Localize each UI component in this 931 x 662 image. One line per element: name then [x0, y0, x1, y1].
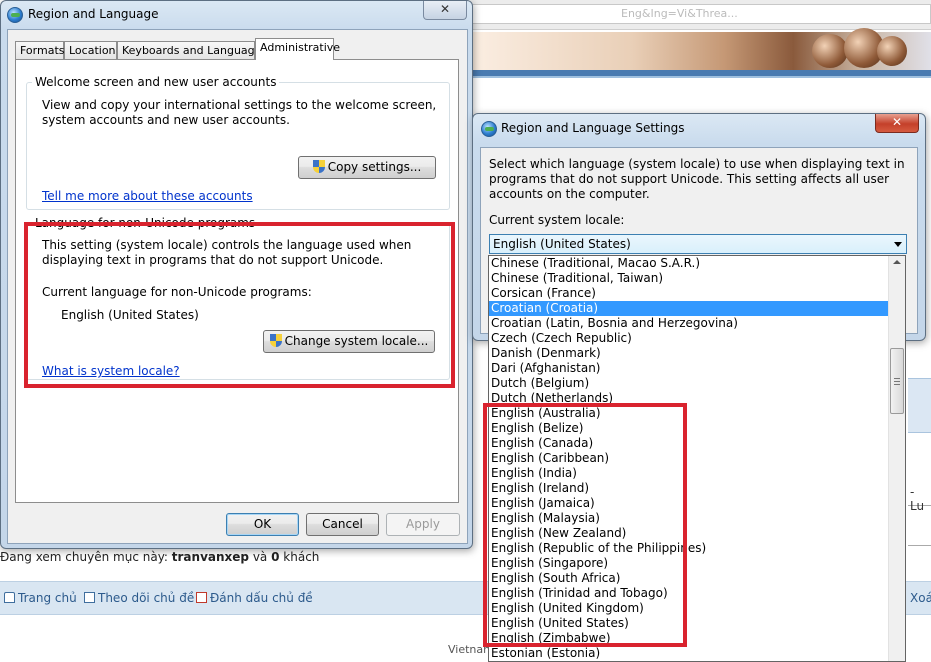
tab-formats[interactable]: Formats [15, 41, 65, 60]
locale-option[interactable]: Dutch (Belgium) [489, 376, 889, 391]
apply-button[interactable]: Apply [386, 513, 460, 536]
bookmark-icon [196, 592, 207, 603]
globe-icon [481, 121, 497, 137]
locale-option[interactable]: Chinese (Traditional, Macao S.A.R.) [489, 256, 889, 271]
window-title: Region and Language [28, 7, 159, 21]
tab-keyboards-languages[interactable]: Keyboards and Languages [117, 41, 267, 60]
right-partial-text: - Lu [910, 485, 925, 513]
tab-administrative[interactable]: Administrative [255, 38, 340, 60]
forum-viewing-status: Đang xem chuyên mục này: tranvanxep và 0… [0, 550, 320, 564]
globe-icon [7, 7, 23, 23]
checkbox-icon [84, 592, 95, 603]
banner-ornament [812, 34, 848, 68]
right-panel-strip [908, 378, 931, 433]
dialog-close-button[interactable]: ✕ [875, 114, 919, 133]
nav-follow-link[interactable]: Theo dõi chủ đề [84, 591, 194, 605]
forum-banner [472, 28, 931, 70]
home-icon [4, 592, 15, 603]
browser-address-bar[interactable]: Eng&Ing=Vi&Threa... [470, 4, 931, 24]
viewing-user-link[interactable]: tranvanxep [172, 550, 249, 564]
copy-settings-label: Copy settings... [327, 160, 422, 174]
locale-option[interactable]: Corsican (France) [489, 286, 889, 301]
dialog-description: Select which language (system locale) to… [489, 157, 905, 201]
cancel-button[interactable]: Cancel [306, 513, 379, 536]
scroll-up-icon[interactable] [893, 260, 901, 264]
tab-location[interactable]: Location [64, 41, 117, 60]
annotation-highlight-box [24, 222, 455, 388]
right-divider [908, 545, 931, 546]
dialog-title: Region and Language Settings [501, 121, 685, 135]
dropdown-scrollbar[interactable] [888, 256, 905, 661]
address-text: Eng&Ing=Vi&Threa... [621, 7, 738, 20]
close-button[interactable]: ✕ [423, 1, 467, 20]
nav-bookmark-link[interactable]: Đánh dấu chủ đề [196, 591, 313, 605]
welcome-group-legend: Welcome screen and new user accounts [32, 75, 280, 89]
locale-option[interactable]: Danish (Denmark) [489, 346, 889, 361]
locale-option[interactable]: Estonian (Estonia) [489, 646, 889, 661]
welcome-description: View and copy your international setting… [42, 98, 437, 127]
chevron-down-icon [894, 242, 902, 247]
system-locale-select[interactable]: English (United States) [489, 234, 907, 254]
window-titlebar[interactable]: Region and Language ✕ [1, 1, 472, 29]
annotation-highlight-box [483, 403, 687, 647]
copy-settings-button[interactable]: Copy settings... [298, 156, 436, 179]
locale-option[interactable]: Croatian (Croatia) [489, 301, 889, 316]
banner-ornament [877, 36, 907, 66]
locale-option[interactable]: Croatian (Latin, Bosnia and Herzegovina) [489, 316, 889, 331]
uac-shield-icon [312, 160, 325, 174]
scrollbar-thumb[interactable] [890, 348, 904, 414]
dialog-titlebar[interactable]: Region and Language Settings ✕ [473, 114, 925, 142]
ok-button[interactable]: OK [226, 513, 299, 536]
locale-option[interactable]: Dari (Afghanistan) [489, 361, 889, 376]
locale-option[interactable]: Chinese (Traditional, Taiwan) [489, 271, 889, 286]
welcome-help-link[interactable]: Tell me more about these accounts [42, 189, 253, 203]
nav-home-link[interactable]: Trang chủ [4, 591, 77, 605]
current-system-locale-label: Current system locale: [489, 213, 625, 227]
select-value: English (United States) [493, 237, 631, 251]
banner-stripe-light [472, 76, 931, 78]
locale-option[interactable]: Czech (Czech Republic) [489, 331, 889, 346]
nav-delete-link[interactable]: Xoá [910, 591, 931, 605]
